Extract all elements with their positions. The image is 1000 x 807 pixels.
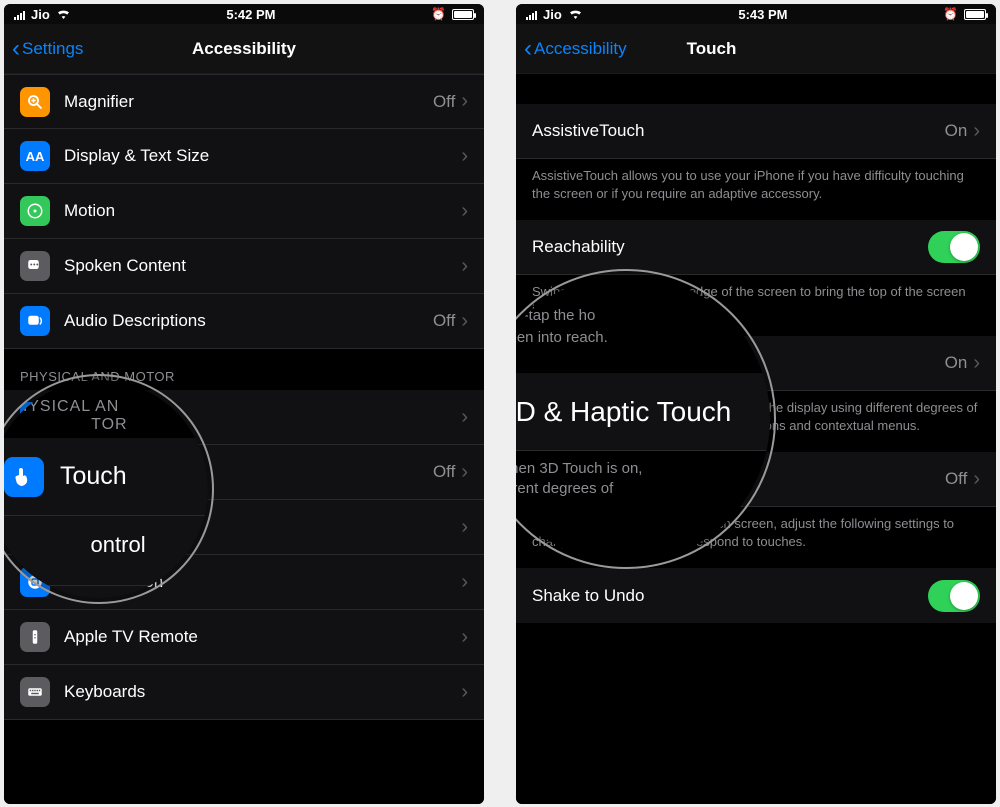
chevron-right-icon: › [973, 468, 980, 491]
clock-label: 5:43 PM [738, 7, 787, 22]
battery-icon [452, 9, 474, 20]
row-value: On [945, 121, 968, 141]
nav-bar: ‹ Accessibility Touch [516, 24, 996, 74]
chevron-right-icon: › [973, 120, 980, 143]
row-value: Off [945, 469, 967, 489]
back-button[interactable]: ‹ Settings [12, 37, 83, 61]
alarm-icon: ⏰ [431, 7, 446, 21]
row-display-text-size[interactable]: AA Display & Text Size › [4, 129, 484, 184]
switch-control-icon [20, 457, 50, 487]
chevron-right-icon: › [461, 571, 468, 594]
touch-settings-list: AssistiveTouch On › AssistiveTouch allow… [516, 74, 996, 804]
row-3d-haptic-touch[interactable]: 3D & Haptic Touch On › [516, 336, 996, 391]
spoken-content-icon [20, 251, 50, 281]
footer-haptic: When 3D Touch is on, you can press on th… [516, 391, 996, 452]
chevron-right-icon: › [461, 626, 468, 649]
toggle-shake-to-undo[interactable] [928, 580, 980, 612]
row-value: On [945, 353, 968, 373]
keyboards-icon [20, 677, 50, 707]
row-apple-tv-remote[interactable]: Apple TV Remote › [4, 610, 484, 665]
row-label: Audio Descriptions [64, 311, 433, 331]
footer-accommod: If you have trouble using the touch scre… [516, 507, 996, 568]
row-touch-accommodations[interactable]: Touch Accommodations Off › [516, 452, 996, 507]
row-label: Touch Accommodations [532, 469, 945, 489]
row-touch[interactable]: Touch › [4, 390, 484, 445]
row-label: AssistiveTouch [532, 121, 945, 141]
chevron-right-icon: › [461, 681, 468, 704]
row-label: Reachability [532, 237, 928, 257]
settings-list: Magnifier Off › AA Display & Text Size ›… [4, 74, 484, 804]
wifi-icon [568, 7, 583, 22]
row-voice-control[interactable]: Voice Control › [4, 500, 484, 555]
phone-accessibility: Jio 5:42 PM ⏰ ‹ Settings Accessibility M… [4, 4, 484, 804]
motion-icon [20, 196, 50, 226]
footer-assistive: AssistiveTouch allows you to use your iP… [516, 159, 996, 220]
row-value: Off [433, 462, 455, 482]
row-label: Touch [64, 407, 461, 427]
phone-touch: Jio 5:43 PM ⏰ ‹ Accessibility Touch Assi… [516, 4, 996, 804]
row-assistive-touch[interactable]: AssistiveTouch On › [516, 104, 996, 159]
nav-bar: ‹ Settings Accessibility [4, 24, 484, 74]
row-shake-to-undo[interactable]: Shake to Undo [516, 568, 996, 623]
row-value: Off [433, 311, 455, 331]
back-label: Accessibility [534, 39, 627, 59]
chevron-right-icon: › [461, 406, 468, 429]
row-keyboards[interactable]: Keyboards › [4, 665, 484, 720]
chevron-right-icon: › [461, 516, 468, 539]
row-label: Switch Control [64, 462, 433, 482]
toggle-reachability[interactable] [928, 231, 980, 263]
alarm-icon: ⏰ [943, 7, 958, 21]
row-label: Display & Text Size [64, 146, 461, 166]
section-header: PHYSICAL AND MOTOR [4, 349, 484, 390]
battery-icon [964, 9, 986, 20]
row-label: Voice Control [64, 517, 461, 537]
row-label: Magnifier [64, 92, 433, 112]
wifi-icon [56, 7, 71, 22]
status-bar: Jio 5:42 PM ⏰ [4, 4, 484, 24]
back-label: Settings [22, 39, 83, 59]
nav-title: Accessibility [192, 39, 296, 59]
chevron-right-icon: › [461, 90, 468, 113]
audio-descriptions-icon [20, 306, 50, 336]
row-label: Shake to Undo [532, 586, 928, 606]
row-switch-control[interactable]: Switch Control Off › [4, 445, 484, 500]
row-home-button[interactable]: Home Button › [4, 555, 484, 610]
text-size-icon: AA [20, 141, 50, 171]
back-button[interactable]: ‹ Accessibility [524, 37, 627, 61]
touch-icon [20, 402, 50, 432]
row-motion[interactable]: Motion › [4, 184, 484, 239]
nav-title: Touch [687, 39, 737, 59]
row-label: Keyboards [64, 682, 461, 702]
row-label: Motion [64, 201, 461, 221]
magnifier-icon [20, 87, 50, 117]
signal-icon [14, 9, 25, 20]
apple-tv-remote-icon [20, 622, 50, 652]
row-reachability[interactable]: Reachability [516, 220, 996, 275]
carrier-label: Jio [31, 7, 50, 22]
chevron-right-icon: › [461, 255, 468, 278]
clock-label: 5:42 PM [226, 7, 275, 22]
carrier-label: Jio [543, 7, 562, 22]
row-value: Off [433, 92, 455, 112]
footer-reachability: Swipe down on the bottom edge of the scr… [516, 275, 996, 336]
signal-icon [526, 9, 537, 20]
row-label: Home Button [64, 572, 461, 592]
chevron-right-icon: › [973, 352, 980, 375]
row-label: 3D & Haptic Touch [532, 353, 945, 373]
chevron-left-icon: ‹ [524, 37, 532, 61]
row-spoken-content[interactable]: Spoken Content › [4, 239, 484, 294]
row-audio-descriptions[interactable]: Audio Descriptions Off › [4, 294, 484, 349]
voice-control-icon [20, 512, 50, 542]
chevron-right-icon: › [461, 310, 468, 333]
home-button-icon [20, 567, 50, 597]
row-label: Apple TV Remote [64, 627, 461, 647]
chevron-right-icon: › [461, 200, 468, 223]
row-label: Spoken Content [64, 256, 461, 276]
row-magnifier[interactable]: Magnifier Off › [4, 74, 484, 129]
status-bar: Jio 5:43 PM ⏰ [516, 4, 996, 24]
chevron-right-icon: › [461, 461, 468, 484]
chevron-left-icon: ‹ [12, 37, 20, 61]
chevron-right-icon: › [461, 145, 468, 168]
